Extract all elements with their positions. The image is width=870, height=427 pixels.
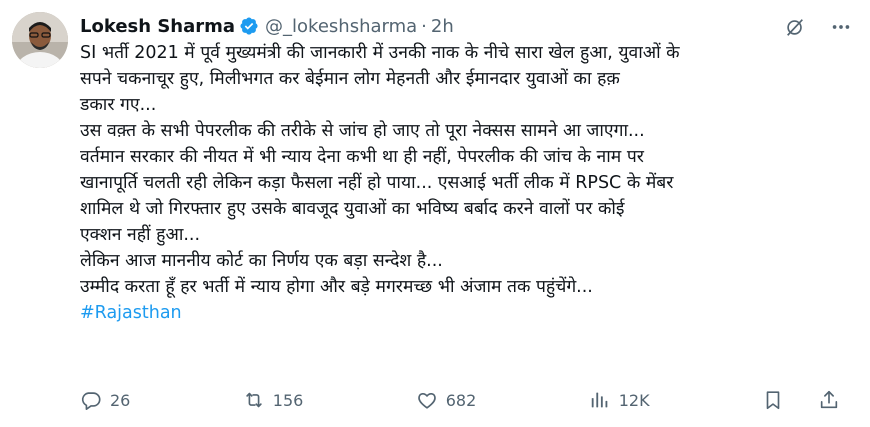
tweet-line: लेकिन आज माननीय कोर्ट का निर्णय एक बड़ा … [80, 251, 443, 271]
repost-icon [246, 392, 262, 408]
like-button[interactable]: 682 [416, 389, 477, 411]
avatar[interactable] [12, 12, 68, 68]
timestamp[interactable]: 2h [431, 16, 454, 37]
reply-count: 26 [110, 390, 131, 410]
tweet-line: खानापूर्ति चलती रही लेकिन कड़ा फैसला नही… [80, 173, 674, 193]
tweet-line: SI भर्ती 2021 में पूर्व मुख्यमंत्री की ज… [80, 43, 680, 63]
tweet-line: डकार गए... [80, 95, 157, 115]
views-button[interactable]: 12K [589, 389, 650, 411]
tweet-text: SI भर्ती 2021 में पूर्व मुख्यमंत्री की ज… [80, 40, 840, 326]
author-name[interactable]: Lokesh Sharma [80, 16, 235, 37]
secondary-actions [762, 389, 840, 411]
tweet-line: उस वक़्त के सभी पेपरलीक की तरीके से जांच… [80, 121, 645, 141]
more-icon[interactable] [828, 14, 854, 40]
author-handle[interactable]: @_lokeshsharma [265, 16, 417, 37]
reply-icon [81, 392, 101, 410]
like-icon [417, 393, 436, 409]
bookmark-icon [766, 391, 780, 410]
tweet-line: एक्शन नहीं हुआ... [80, 225, 201, 245]
repost-count: 156 [272, 390, 304, 410]
views-count: 12K [618, 390, 650, 410]
views-icon [591, 392, 608, 408]
reply-button[interactable]: 26 [80, 389, 130, 411]
bookmark-button[interactable] [762, 389, 784, 411]
grok-icon[interactable] [782, 14, 808, 40]
tweet-card: Lokesh Sharma @_lokeshsharma · 2h SI भर्… [0, 0, 870, 427]
tweet-line: वर्तमान सरकार की नीयत में भी न्याय देना … [80, 147, 644, 167]
verified-badge-icon [239, 16, 259, 36]
like-count: 682 [445, 390, 477, 410]
hashtag-link[interactable]: #Rajasthan [80, 303, 182, 323]
tweet-actions-bar: 26 156 682 12K [80, 385, 840, 415]
tweet-line: उम्मीद करता हूँ हर भर्ती में न्याय होगा … [80, 277, 593, 297]
repost-button[interactable]: 156 [243, 389, 304, 411]
header-separator: · [421, 15, 427, 37]
tweet-line: शामिल थे जो गिरफ्तार हुए उसके बावजूद युव… [80, 199, 625, 219]
share-button[interactable] [818, 389, 840, 411]
share-icon [820, 390, 838, 409]
tweet-header: Lokesh Sharma @_lokeshsharma · 2h [80, 12, 454, 40]
tweet-line: सपने चकनाचूर हुए, मिलीभगत कर बेईमान लोग … [80, 69, 620, 89]
tweet-top-actions [782, 14, 854, 40]
